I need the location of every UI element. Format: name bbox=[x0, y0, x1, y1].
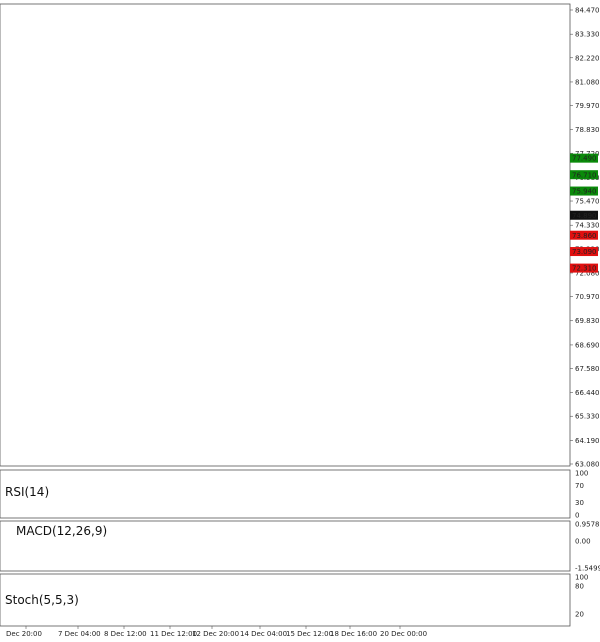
price-tick-label: 79.970 bbox=[575, 102, 600, 110]
price-tick-label: 66.440 bbox=[575, 389, 600, 397]
time-label: 12 Dec 20:00 bbox=[192, 630, 239, 638]
price-tick-label: 67.580 bbox=[575, 365, 600, 373]
rsi-tick-label: 30 bbox=[575, 499, 584, 507]
time-label: 8 Dec 12:00 bbox=[104, 630, 147, 638]
level-value-r3: 77.490 bbox=[572, 155, 597, 163]
rsi-title: RSI(14) bbox=[5, 485, 49, 499]
current-price-label: 74.890 bbox=[572, 212, 597, 220]
time-label: 15 Dec 12:00 bbox=[286, 630, 333, 638]
time-label: 14 Dec 04:00 bbox=[240, 630, 287, 638]
price-tick-label: 68.690 bbox=[575, 341, 600, 349]
price-chart[interactable]: R3R2R1S1S2S3◀ 84.47083.33082.22081.08079… bbox=[0, 0, 600, 642]
level-value-s3: 72.310 bbox=[572, 265, 597, 273]
time-label: 20 Dec 00:00 bbox=[380, 630, 427, 638]
macd-tick-label: -1.5499 bbox=[575, 565, 600, 573]
price-tick-label: 82.220 bbox=[575, 54, 600, 62]
price-tick-label: 83.330 bbox=[575, 31, 600, 39]
level-value-s1: 73.860 bbox=[572, 232, 597, 240]
price-tick-label: 75.470 bbox=[575, 198, 600, 206]
price-tick-label: 74.330 bbox=[575, 222, 600, 230]
time-label: 7 Dec 04:00 bbox=[58, 630, 101, 638]
price-tick-label: 63.080 bbox=[575, 461, 600, 469]
stoch-title: Stoch(5,5,3) bbox=[5, 593, 79, 607]
stoch-tick-label: 80 bbox=[575, 583, 584, 591]
time-axis: Dec 20:00 7 Dec 04:00 8 Dec 12:00 11 Dec 12… bbox=[6, 626, 427, 638]
time-label: 18 Dec 16:00 bbox=[330, 630, 377, 638]
stoch-tick-label: 100 bbox=[575, 574, 588, 582]
panel-frame-rsi bbox=[0, 469, 571, 519]
macd-title: MACD(12,26,9) bbox=[16, 524, 107, 538]
level-value-r1: 75.940 bbox=[572, 188, 597, 196]
stoch-tick-label: 20 bbox=[575, 610, 584, 618]
price-axis: 84.47083.33082.22081.08079.97078.83077.7… bbox=[570, 7, 600, 618]
macd-tick-label: 0.00 bbox=[575, 537, 591, 545]
time-label: 11 Dec 12:00 bbox=[150, 630, 197, 638]
level-value-s2: 73.090 bbox=[572, 248, 597, 256]
price-tick-label: 84.470 bbox=[575, 7, 600, 15]
panel-frame-stoch bbox=[0, 573, 571, 627]
price-tick-label: 64.190 bbox=[575, 437, 600, 445]
rsi-tick-label: 0 bbox=[575, 512, 579, 520]
rsi-tick-label: 100 bbox=[575, 470, 588, 478]
macd-tick-label: 0.9578 bbox=[575, 521, 600, 529]
price-tick-label: 65.330 bbox=[575, 413, 600, 421]
price-tick-label: 69.830 bbox=[575, 317, 600, 325]
rsi-tick-label: 70 bbox=[575, 482, 584, 490]
time-label: Dec 20:00 bbox=[6, 630, 42, 638]
price-tick-label: 81.080 bbox=[575, 78, 600, 86]
price-tick-label: 70.970 bbox=[575, 293, 600, 301]
level-value-r2: 76.710 bbox=[572, 171, 597, 179]
price-tick-label: 78.830 bbox=[575, 126, 600, 134]
panel-frame-main bbox=[0, 3, 571, 467]
